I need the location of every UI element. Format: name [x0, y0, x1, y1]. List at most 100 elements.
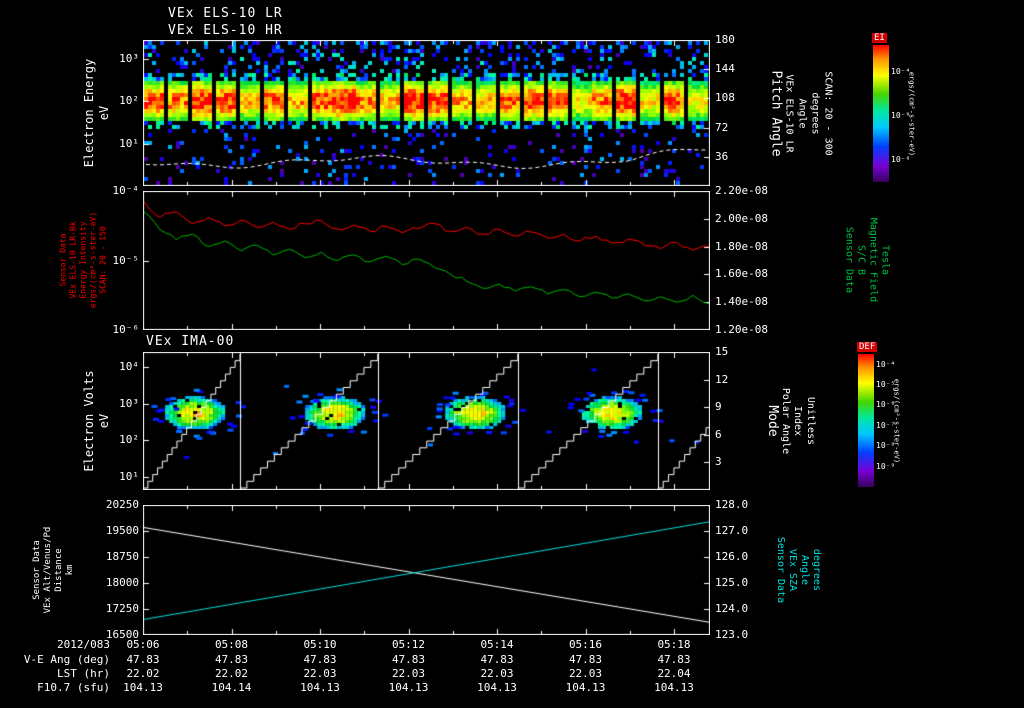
info-value: 104.13: [565, 681, 606, 694]
p4-right-tick-label: 125.0: [715, 576, 749, 589]
axis-label-line: Angle: [796, 97, 808, 129]
ima-spectrogram-plot: [143, 352, 710, 490]
axis-label-line: Unitless: [805, 396, 816, 446]
p2-right-axis-label-text: Tesla Magnetic Field S/C B Sensor Data: [842, 191, 890, 330]
colorbar-def-units-label-text: ergs/(cm²-s-ster-eV): [892, 354, 900, 487]
panel1-title-line1: VEx ELS-10 LR: [168, 6, 283, 21]
axis-label-line: Sensor Data: [775, 536, 786, 604]
info-value: 104.14: [211, 681, 252, 694]
axis-label-line: ergs/(cm²-s-ster-eV): [892, 378, 900, 463]
p2-left-axis-label-text: Sensor Data VEx ELS-10 LR-Bk Energy Intens…: [58, 191, 108, 330]
p4-left-tick-label: 18750: [105, 550, 139, 563]
info-value: 22.02: [126, 667, 160, 680]
info-value: 104.13: [123, 681, 163, 694]
panel1-title-line2: VEx ELS-10 HR: [168, 23, 283, 38]
info-value: 104.13: [388, 681, 429, 694]
axis-label-line: Distance: [54, 548, 64, 592]
axis-label-line: Tesla: [879, 244, 890, 276]
info-value: 104.13: [654, 681, 694, 694]
info-value: 47.83: [214, 653, 249, 666]
time-tick-label: 05:12: [391, 638, 426, 651]
info-value: 47.83: [568, 653, 603, 666]
time-tick-label: 05:06: [126, 638, 160, 651]
info-value: 22.03: [568, 667, 603, 680]
colorbar-def: [858, 354, 874, 487]
p4-left-tick-label: 19500: [105, 524, 139, 537]
p4-left-tick-label: 17250: [105, 602, 139, 615]
p4-left-tick-label: 18000: [105, 576, 139, 589]
info-value: 104.13: [300, 681, 340, 694]
axis-label-line: Sensor Data: [32, 540, 42, 600]
axis-label-line: Pitch Angle: [768, 69, 784, 157]
date-label: 2012/083: [57, 638, 110, 651]
axis-label-line: Polar Angle: [780, 387, 791, 455]
axis-label-line: SCAN: 20 - 150: [98, 226, 107, 294]
p4-right-tick-label: 123.0: [715, 628, 749, 641]
info-value: 22.02: [214, 667, 249, 680]
els-energy-spectrogram-plot: [143, 40, 710, 186]
vex-orbit-data-display: VEx ELS-10 LR VEx ELS-10 HR VEx IMA-00 E…: [0, 0, 1024, 708]
p4-right-tick-label: 127.0: [715, 524, 749, 537]
info-value: 104.13: [477, 681, 517, 694]
info-row-label-veang: V-E Ang (deg): [23, 653, 110, 666]
p2-right-tick-label: 1.60e-08: [715, 267, 768, 281]
p2-right-tick-label: 2.00e-08: [715, 211, 768, 225]
p4-left-tick-label: 20250: [105, 498, 139, 511]
axis-label-line: Angle: [799, 554, 810, 586]
axis-label-line: VEx ELS-10 LR: [783, 73, 795, 153]
info-row-label-lst: LST (hr): [57, 667, 110, 680]
axis-label-line: eV: [97, 413, 111, 429]
time-tick-label: 05:18: [657, 638, 691, 651]
info-value: 47.83: [480, 653, 514, 666]
time-tick-label: 05:08: [214, 638, 249, 651]
time-tick-label: 05:16: [568, 638, 603, 651]
time-tick-label: 05:14: [480, 638, 514, 651]
axis-label-line: Mode: [765, 405, 781, 437]
p1-left-axis-label-text: Electron Energy eV: [82, 38, 112, 188]
p4-right-axis-label-text: degrees Angle VEx SZA Sensor Data: [774, 505, 822, 635]
p1-right-axis-label-text: SCAN: 20 - 300 degrees Angle VEx ELS-10 LR P…: [766, 38, 835, 188]
panel3-title: VEx IMA-00: [146, 334, 235, 349]
info-value: 22.03: [303, 667, 337, 680]
els-intensity-bfield-plot: [143, 191, 710, 330]
axis-label-line: Electron Energy: [82, 58, 96, 168]
altitude-sza-plot: [143, 505, 710, 635]
axis-label-line: eV: [97, 105, 111, 121]
p4-right-tick-label: 124.0: [715, 602, 749, 615]
info-value: 22.04: [657, 667, 691, 680]
axis-label-line: degrees: [811, 548, 822, 592]
p4-left-axis-label-text: Sensor Data VEx Alt/Venus/Pd Distance km: [32, 505, 76, 635]
axis-label-line: VEx SZA: [787, 548, 798, 592]
axis-label-line: SCAN: 20 - 300: [822, 70, 834, 156]
p2-right-tick-label: 1.80e-08: [715, 239, 768, 253]
colorbar-ei-title: EI: [872, 33, 887, 43]
colorbar-ei: [873, 45, 889, 182]
p3-right-axis-label-text: Unitless Index Polar Angle Mode: [762, 346, 817, 496]
info-value: 22.03: [391, 667, 426, 680]
colorbar-def-title: DEF: [857, 342, 878, 352]
p3-left-axis-label-text: Electron Volts eV: [82, 346, 112, 496]
axis-label-line: Sensor Data: [843, 226, 854, 294]
time-tick-label: 05:10: [303, 638, 337, 651]
axis-label-line: VEx Alt/Venus/Pd: [43, 526, 53, 614]
axis-label-line: Electron Volts: [82, 370, 96, 472]
axis-label-line: Magnetic Field: [867, 217, 878, 303]
colorbar-ei-units-label-text: ergs/(cm²-s-ster-eV): [907, 45, 915, 182]
info-value: 22.03: [480, 667, 514, 680]
p2-right-tick-label: 1.40e-08: [715, 295, 768, 309]
axis-label-line: VEx ELS-10 LR-Bk: [68, 221, 77, 299]
axis-label-line: S/C B: [855, 244, 866, 276]
info-value: 47.83: [391, 653, 426, 666]
p4-right-tick-label: 128.0: [715, 498, 749, 511]
info-row-label-f107: F10.7 (sfu): [37, 681, 110, 694]
axis-label-line: Index: [792, 405, 804, 437]
axis-label-line: Energy Intensity: [78, 221, 87, 299]
p4-right-tick-label: 126.0: [715, 550, 749, 563]
axis-label-line: degrees: [809, 91, 821, 135]
info-value: 47.83: [303, 653, 337, 666]
axis-label-line: ergs/(cm²-s-ster-eV): [88, 211, 97, 309]
axis-label-line: km: [65, 564, 75, 576]
p2-right-tick-label: 1.20e-08: [715, 323, 768, 336]
info-value: 47.83: [657, 653, 691, 666]
axis-label-line: Sensor Data: [58, 233, 67, 287]
